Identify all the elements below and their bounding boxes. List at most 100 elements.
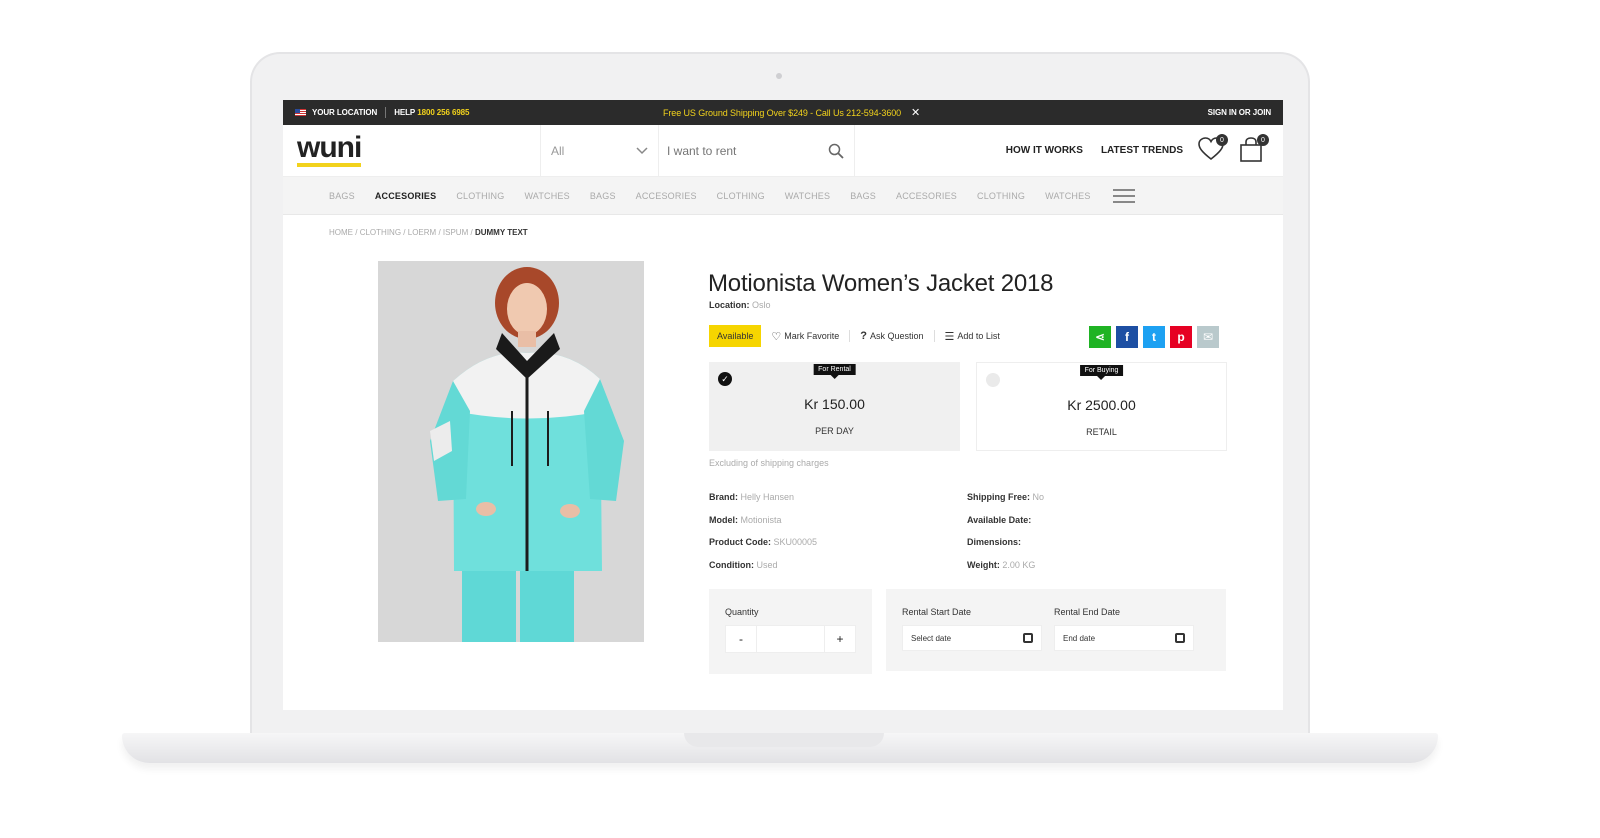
location-label: Location: [709,300,750,310]
rental-start-col: Rental Start Date Select date [902,607,1042,653]
spec-row: Dimensions: [967,537,1044,560]
breadcrumb-item[interactable]: ISPUM [443,228,468,237]
rental-start-date-field[interactable]: Select date [902,625,1042,651]
laptop-notch [684,733,884,747]
radio-icon [986,373,1000,387]
menu-icon[interactable] [1112,188,1135,203]
rental-price: Kr 150.00 [804,396,865,412]
product-actions: Available ♡ Mark Favorite ? Ask Question… [709,325,1010,347]
email-icon[interactable]: ✉ [1197,326,1219,348]
product-title: Motionista Women’s Jacket 2018 [708,270,1054,297]
chevron-down-icon [636,146,648,154]
laptop-screen: YOUR LOCATION HELP 1800 256 6985 Free US… [283,100,1283,710]
spec-value: 2.00 KG [1002,559,1036,570]
quantity-minus-button[interactable]: - [726,626,756,652]
breadcrumb-item[interactable]: LOERM [408,228,436,237]
search-icon[interactable] [828,143,844,159]
share-icon[interactable]: ⋖ [1089,326,1111,348]
quantity-input[interactable] [756,626,825,652]
search-box [659,125,855,176]
buying-price-option[interactable]: For Buying Kr 2500.00 RETAIL [976,362,1227,451]
breadcrumb: HOME / CLOTHING / LOERM / ISPUM / DUMMY … [329,228,528,237]
availability-badge: Available [709,325,762,347]
ask-question-button[interactable]: ? Ask Question [860,330,923,342]
mark-favorite-label: Mark Favorite [784,331,840,341]
divider [849,330,851,342]
rental-start-label: Rental Start Date [902,607,972,617]
breadcrumb-separator: / [438,228,441,237]
mark-favorite-button[interactable]: ♡ Mark Favorite [771,330,839,343]
catnav-item-bags[interactable]: BAGS [590,191,616,201]
catnav-item-clothing[interactable]: CLOTHING [456,191,504,201]
cart-button[interactable]: 0 [1239,134,1269,163]
spec-label: Available Date: [967,514,1032,525]
calendar-icon[interactable] [1023,633,1033,643]
top-bar: YOUR LOCATION HELP 1800 256 6985 Free US… [283,100,1283,125]
list-icon: ☰ [944,330,955,343]
breadcrumb-item[interactable]: HOME [329,228,353,237]
spec-label: Brand: [709,492,738,502]
buying-tag: For Buying [1079,365,1124,380]
spec-value: SKU00005 [773,537,818,547]
breadcrumb-separator: / [355,228,358,237]
pinterest-icon[interactable]: p [1170,326,1192,348]
category-select[interactable]: All [541,125,659,176]
spec-row: Weight: 2.00 KG [967,560,1044,583]
heart-icon: ♡ [771,330,782,343]
wishlist-button[interactable]: 0 [1198,134,1228,163]
facebook-icon[interactable]: f [1116,326,1138,348]
rental-dates-panel: Rental Start Date Select date Rental End… [886,589,1226,671]
spec-row: Shipping Free: No [967,492,1044,515]
logo[interactable]: wuni [283,125,541,176]
specs-left: Brand: Helly Hansen Model: Motionista Pr… [709,492,817,582]
shipping-note: Excluding of shipping charges [709,458,829,468]
buying-period: RETAIL [1086,427,1117,437]
search-input[interactable] [667,143,817,158]
breadcrumb-separator: / [403,228,406,237]
calendar-icon[interactable] [1175,633,1185,643]
catnav-item-bags[interactable]: BAGS [329,191,355,201]
location-value: Oslo [752,300,771,310]
catnav-item-watches[interactable]: WATCHES [785,191,830,201]
catnav-item-watches[interactable]: WATCHES [524,191,569,201]
catnav-item-accesories[interactable]: ACCESORIES [896,191,957,201]
catnav-item-bags[interactable]: BAGS [850,191,876,201]
rental-start-placeholder: Select date [911,633,952,643]
spec-value: Motionista [740,514,782,525]
rental-period: PER DAY [815,426,854,436]
add-to-list-button[interactable]: ☰ Add to List [945,330,1000,343]
question-icon: ? [860,330,867,342]
product-image[interactable] [378,261,644,642]
main-header: wuni All HOW IT WORKS LATEST TRENDS 0 0 [283,125,1283,177]
catnav-item-clothing[interactable]: CLOTHING [717,191,765,201]
catnav-item-watches[interactable]: WATCHES [1045,191,1090,201]
help-phone[interactable]: 1800 256 6985 [417,108,469,117]
quantity-panel: Quantity - + [709,589,872,674]
rental-tag: For Rental [813,364,856,379]
spec-label: Condition: [709,559,754,570]
promo-banner: Free US Ground Shipping Over $249 - Call… [663,100,920,125]
breadcrumb-item[interactable]: CLOTHING [360,228,401,237]
quantity-plus-button[interactable]: + [825,626,855,652]
spec-label: Model: [709,514,738,525]
rental-end-label: Rental End Date [1054,607,1121,617]
twitter-icon[interactable]: t [1143,326,1165,348]
location-link[interactable]: YOUR LOCATION [312,108,377,117]
nav-how-it-works[interactable]: HOW IT WORKS [1006,145,1083,156]
promo-text: Free US Ground Shipping Over $249 - Call… [663,107,902,118]
rental-end-date-field[interactable]: End date [1054,625,1194,651]
rental-price-option[interactable]: ✓ For Rental Kr 150.00 PER DAY [709,362,960,451]
jacket-model-illustration [378,261,644,642]
nav-latest-trends[interactable]: LATEST TRENDS [1101,145,1183,156]
close-icon[interactable]: ✕ [911,106,920,119]
wishlist-count-badge: 0 [1216,134,1228,146]
catnav-item-clothing[interactable]: CLOTHING [977,191,1025,201]
add-to-list-label: Add to List [957,331,1000,341]
sign-in-link[interactable]: SIGN IN OR JOIN [1208,100,1272,125]
social-share: ⋖ f t p ✉ [1089,326,1219,348]
spec-row: Product Code: SKU00005 [709,537,817,560]
category-nav: BAGS ACCESORIES CLOTHING WATCHES BAGS AC… [283,177,1283,215]
rental-end-placeholder: End date [1063,633,1096,643]
catnav-item-accesories[interactable]: ACCESORIES [636,191,697,201]
catnav-item-accesories[interactable]: ACCESORIES [375,191,437,201]
